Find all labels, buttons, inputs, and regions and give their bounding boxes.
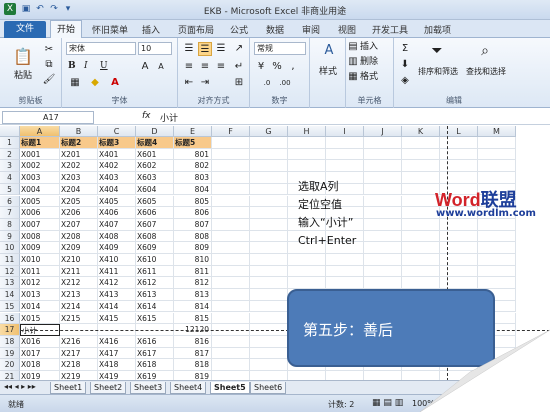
page-curl-decoration [419,329,550,412]
